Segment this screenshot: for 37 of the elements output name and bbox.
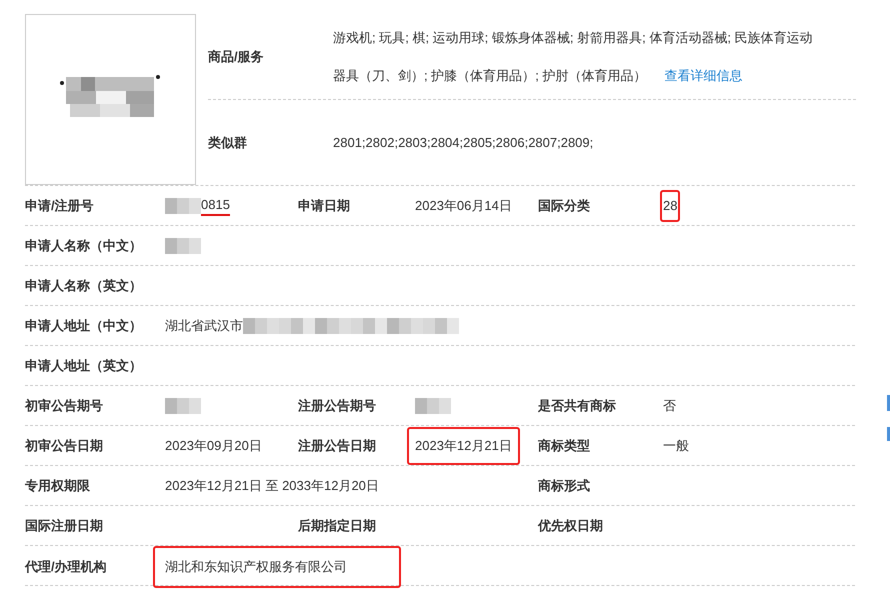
field-label: 申请人地址（英文） — [25, 356, 143, 374]
field-value: 2023年12月21日 — [415, 436, 512, 454]
field-label: 初审公告日期 — [25, 436, 104, 454]
field-value: 湖北省武汉市 — [165, 316, 243, 334]
field-label: 注册公告日期 — [298, 436, 377, 454]
field-value: 0815 — [201, 196, 230, 216]
field-label: 商品/服务 — [208, 48, 265, 66]
field-value: 28 — [663, 198, 678, 213]
field-label: 类似群 — [208, 134, 248, 152]
field-value: 2023年09月20日 — [165, 436, 262, 454]
field-value: 2023年12月21日 至 2033年12月20日 — [165, 476, 379, 494]
field-label: 商标形式 — [538, 476, 591, 494]
field-value: 2801;2802;2803;2804;2805;2806;2807;2809; — [333, 135, 594, 150]
field-value: 一般 — [663, 436, 689, 454]
field-label: 初审公告期号 — [25, 396, 104, 414]
field-label: 商标类型 — [538, 436, 591, 454]
goods-list: 器具（刀、剑）; 护膝（体育用品）; 护肘（体育用品） — [333, 56, 646, 94]
field-label: 申请人地址（中文） — [25, 316, 143, 334]
field-label: 申请人名称（英文） — [25, 276, 143, 294]
side-tab[interactable] — [887, 427, 890, 441]
field-label: 是否共有商标 — [538, 396, 617, 414]
details-link[interactable]: 查看详细信息 — [664, 56, 742, 94]
field-label: 优先权日期 — [538, 516, 604, 534]
field-value: 否 — [663, 396, 676, 414]
field-value: 湖北和东知识产权服务有限公司 — [165, 558, 347, 576]
field-label: 专用权期限 — [25, 476, 91, 494]
field-label: 注册公告期号 — [298, 396, 377, 414]
side-tab[interactable] — [887, 395, 890, 411]
field-label: 国际注册日期 — [25, 516, 104, 534]
goods-list: 游戏机; 玩具; 棋; 运动用球; 锻炼身体器械; 射箭用器具; 体育活动器械; 民族体育运动 — [333, 18, 813, 56]
field-label: 代理/办理机构 — [25, 558, 108, 576]
field-label: 后期指定日期 — [298, 516, 377, 534]
field-label: 申请人名称（中文） — [25, 236, 143, 254]
field-label: 申请/注册号 — [25, 196, 95, 214]
field-value: 2023年06月14日 — [415, 196, 512, 214]
field-label: 国际分类 — [538, 196, 591, 214]
field-label: 申请日期 — [298, 196, 351, 214]
